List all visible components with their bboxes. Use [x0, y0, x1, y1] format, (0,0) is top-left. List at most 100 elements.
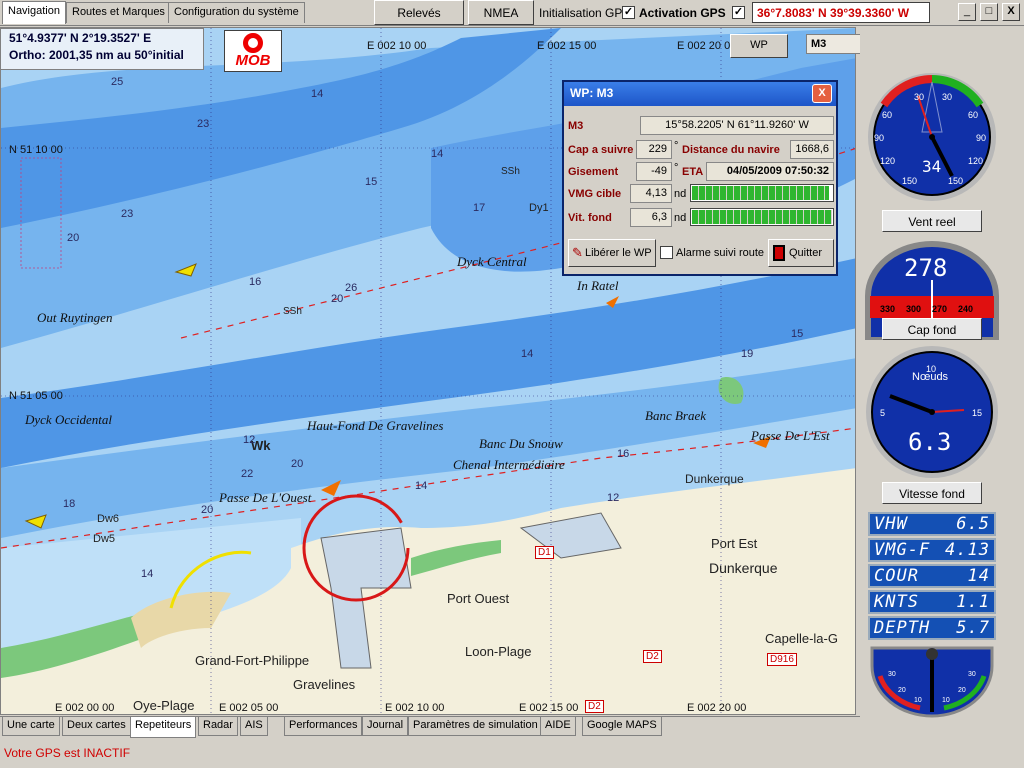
gps-activation-checkbox[interactable]: ✓	[732, 6, 745, 19]
place-label: Loon-Plage	[465, 644, 532, 659]
cap-label: Cap a suivre	[568, 144, 634, 156]
tab-performances[interactable]: Performances	[284, 717, 363, 736]
vitfond-label: Vit. fond	[568, 212, 612, 224]
mob-button[interactable]: MOB	[224, 30, 282, 72]
releves-button[interactable]: Relevés	[374, 0, 464, 25]
place-label: Port Ouest	[447, 591, 510, 606]
grid-label: E 002 20 00	[687, 702, 747, 714]
grid-label: E 002 15 00	[519, 702, 579, 714]
tab-routes-et-marques[interactable]: Routes et Marques	[66, 2, 171, 23]
mob-label: MOB	[235, 52, 271, 69]
lcd-name: COUR	[874, 566, 919, 586]
tab-radar[interactable]: Radar	[198, 717, 238, 736]
wind-angle-value: 34	[922, 157, 941, 176]
bank-label: Passe De L'Est	[751, 428, 830, 443]
buoy-label: Dy1	[529, 202, 549, 214]
buoy-label: Dw5	[93, 533, 116, 545]
vitfond-progress-fill	[692, 210, 832, 224]
gps-init-label: Initialisation GPS	[539, 6, 631, 20]
place-label: Dunkerque	[685, 472, 744, 486]
wind-tick: 60	[882, 110, 892, 120]
lcd-value: 6.5	[956, 514, 990, 534]
depth-sounding: 12	[607, 492, 620, 504]
tab-configuration[interactable]: Configuration du système	[168, 2, 305, 23]
lcd-readout: VHW 6.5	[868, 512, 996, 536]
wind-tick: 90	[976, 133, 986, 143]
depth-sounding: 17	[473, 202, 486, 214]
heel-tick: 10	[914, 697, 922, 704]
place-label: Grand-Fort-Philippe	[195, 653, 310, 668]
depth-sounding: 23	[197, 118, 210, 130]
depth-sounding: 14	[415, 480, 428, 492]
speed-value: 6.3	[908, 428, 951, 456]
wind-tick: 60	[968, 110, 978, 120]
wp-button[interactable]: WP	[730, 34, 788, 58]
grid-label: E 002 10 00	[367, 40, 427, 52]
depth-sounding: 18	[63, 498, 76, 510]
road-label: D2	[585, 700, 604, 713]
nmea-button[interactable]: NMEA	[468, 0, 534, 25]
eta-value: 04/05/2009 07:50:32	[706, 162, 834, 181]
wind-tick: 30	[942, 92, 952, 102]
heading-tick: 330	[880, 304, 895, 314]
grid-label: E 002 15 00	[537, 40, 597, 52]
wind-gauge-button[interactable]: Vent reel	[882, 210, 982, 232]
tab-parametres-simulation[interactable]: Paramètres de simulation	[408, 717, 543, 736]
depth-sounding: 23	[121, 208, 134, 220]
gps-init-checkbox[interactable]: ✓	[622, 6, 635, 19]
wp-name-label: M3	[568, 120, 584, 132]
heel-gauge: 30 20 10 10 20 30	[870, 646, 994, 718]
grid-label: N 51 10 00	[9, 144, 63, 156]
close-icon[interactable]: X	[812, 84, 832, 103]
seabed-label: SSh	[501, 166, 520, 177]
alarm-label: Alarme suivi route	[676, 247, 765, 259]
minimize-icon[interactable]: _	[958, 3, 976, 21]
place-label: Oye-Plage	[133, 698, 195, 713]
gps-status-message: Votre GPS est INACTIF	[4, 746, 131, 760]
waypoint-dialog: WP: M3 X M3 15°58.2205' N 61°11.9260' W …	[562, 80, 838, 276]
tab-google-maps[interactable]: Google MAPS	[582, 717, 662, 736]
tab-une-carte[interactable]: Une carte	[2, 717, 60, 736]
vmg-progress-fill	[692, 186, 830, 200]
tab-deux-cartes[interactable]: Deux cartes	[62, 717, 131, 736]
quit-button[interactable]: Quitter	[768, 239, 834, 267]
depth-sounding: 16	[617, 448, 630, 460]
speed-gauge-button[interactable]: Vitesse fond	[882, 482, 982, 504]
bank-label: Chenal Intermédiaire	[453, 457, 565, 472]
lcd-name: VMG-F	[874, 540, 931, 560]
heel-tick: 20	[958, 687, 966, 694]
distance-label: Distance du navire	[682, 144, 780, 156]
heel-tick: 30	[888, 671, 896, 678]
buoy-label: Dw6	[97, 513, 120, 525]
dialog-title: WP: M3	[564, 82, 836, 106]
grid-label: N 51 05 00	[9, 390, 63, 402]
vmg-unit: nd	[674, 188, 687, 200]
tab-navigation[interactable]: Navigation	[2, 1, 66, 24]
wp-coordinates: 15°58.2205' N 61°11.9260' W	[640, 116, 834, 135]
heading-tick: 270	[932, 304, 947, 314]
wind-tick: 150	[902, 176, 917, 186]
wind-tick: 150	[948, 176, 963, 186]
position-latlon: 51°4.9377' N 2°19.3527' E	[9, 31, 152, 45]
tab-ais[interactable]: AIS	[240, 717, 268, 736]
lcd-readout: DEPTH 5.7	[868, 616, 996, 640]
depth-sounding: 16	[249, 276, 262, 288]
speed-tick: 5	[880, 408, 885, 418]
depth-sounding: 14	[521, 348, 534, 360]
tab-journal[interactable]: Journal	[362, 717, 409, 736]
depth-sounding: 20	[331, 293, 344, 305]
release-wp-button[interactable]: ✎ Libérer le WP	[568, 239, 656, 267]
lcd-value: 14	[967, 566, 990, 586]
tab-aide[interactable]: AIDE	[540, 717, 576, 736]
position-box: 51°4.9377' N 2°19.3527' E Ortho: 2001,35…	[0, 28, 204, 70]
bank-label: Haut-Fond De Gravelines	[307, 418, 444, 433]
tab-repetiteurs[interactable]: Repetiteurs	[130, 717, 197, 738]
alarm-checkbox[interactable]	[660, 246, 673, 259]
bank-label: Out Ruytingen	[37, 310, 113, 325]
maximize-icon[interactable]: □	[980, 3, 998, 21]
close-icon[interactable]: X	[1002, 3, 1020, 21]
lcd-name: DEPTH	[874, 618, 931, 638]
heading-gauge-button[interactable]: Cap fond	[882, 318, 982, 340]
heading-tick: 300	[906, 304, 921, 314]
grid-label: E 002 05 00	[219, 702, 279, 714]
